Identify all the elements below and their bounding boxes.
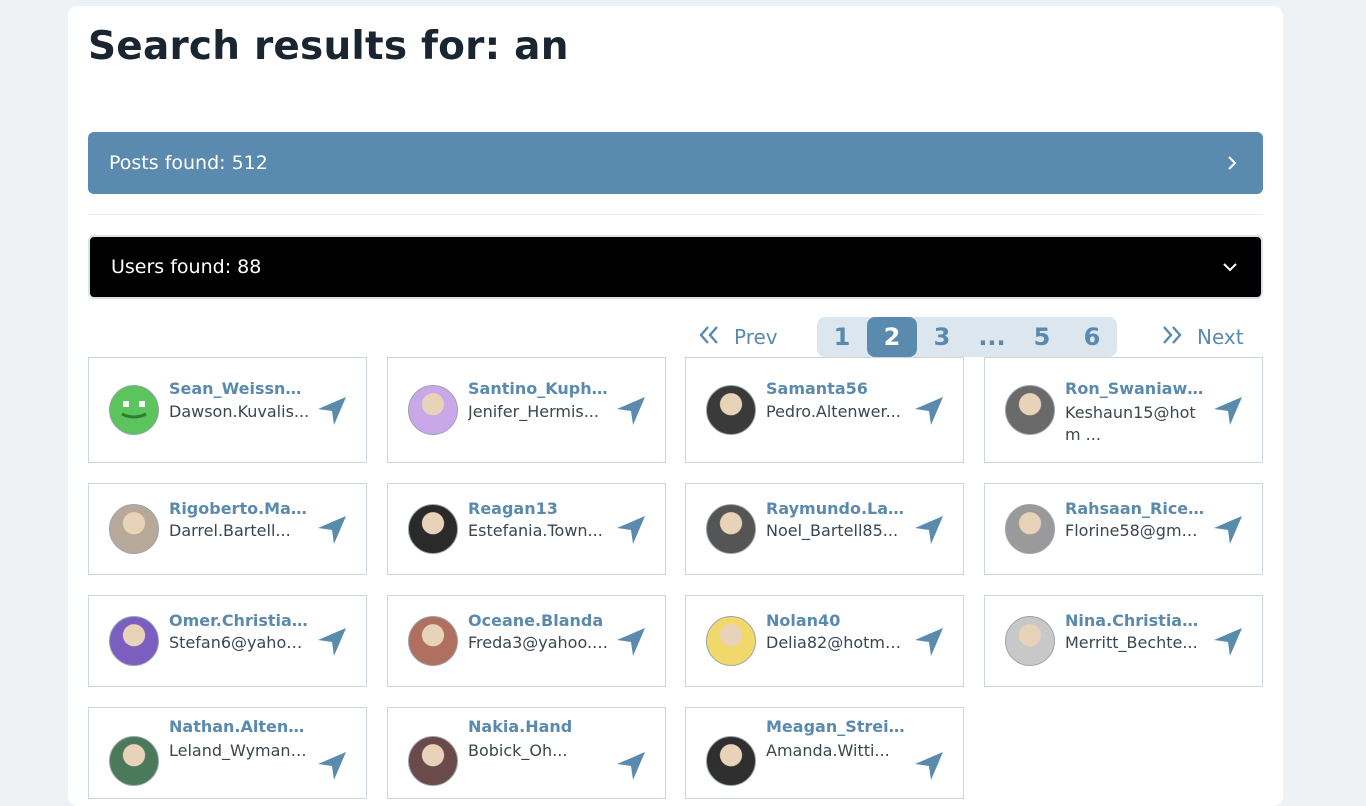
double-chevron-left-icon [698,325,720,350]
page-numbers: 1 2 3 ... 5 6 [817,317,1117,357]
page-1-button[interactable]: 1 [817,317,867,357]
user-name-link[interactable]: Meagan_Streich... [766,717,908,736]
user-email: Bobick_Oh... [468,741,568,760]
user-email: Dawson.Kuvalis... [169,402,310,421]
user-card[interactable]: Omer.Christian... Stefan6@yahoo.... [88,595,367,687]
send-message-icon[interactable] [315,394,349,428]
user-name-link[interactable]: Rahsaan_Rice24 [1065,499,1207,518]
posts-count-label: Posts found: 512 [109,152,268,174]
send-message-icon[interactable] [315,749,349,783]
user-card[interactable]: Santino_Kuphal... Jenifer_Hermis... [387,357,666,463]
user-email: Delia82@hotmai... [766,633,908,652]
page-5-button[interactable]: 5 [1017,317,1067,357]
user-card[interactable]: Nina.Christian... Merritt_Bechte... [984,595,1263,687]
avatar [109,736,159,786]
avatar [109,616,159,666]
avatar [408,504,458,554]
page-title: Search results for: an [88,24,569,69]
page-6-button[interactable]: 6 [1067,317,1117,357]
section-divider [88,214,1263,215]
avatar [706,736,756,786]
double-chevron-right-icon [1161,325,1183,350]
user-name-link[interactable]: Nolan40 [766,611,908,630]
user-email: Stefan6@yahoo.... [169,633,311,652]
next-label: Next [1197,325,1244,349]
user-name-link[interactable]: Nakia.Hand [468,717,610,736]
user-email: Freda3@yahoo.c... [468,633,610,652]
user-card[interactable]: Rigoberto.Mant... Darrel.Bartell... [88,483,367,575]
user-email: Florine58@gmai... [1065,521,1207,540]
user-name-link[interactable]: Raymundo.Lang [766,499,908,518]
user-card[interactable]: Reagan13 Estefania.Town... [387,483,666,575]
next-page-button[interactable]: Next [1161,317,1244,357]
user-name-link[interactable]: Omer.Christian... [169,611,311,630]
send-message-icon[interactable] [912,749,946,783]
user-name-link[interactable]: Reagan13 [468,499,610,518]
users-section-toggle[interactable]: Users found: 88 [88,235,1263,299]
user-name-link[interactable]: Oceane.Blanda [468,611,610,630]
send-message-icon[interactable] [614,513,648,547]
avatar [109,385,159,435]
user-card[interactable]: Nakia.Hand Bobick_Oh... [387,707,666,799]
send-message-icon[interactable] [614,394,648,428]
send-message-icon[interactable] [912,394,946,428]
user-email: Leland_Wyman@y [169,741,311,760]
send-message-icon[interactable] [315,625,349,659]
page-2-button[interactable]: 2 [867,317,917,357]
user-email: Noel_Bartell85... [766,521,899,540]
send-message-icon[interactable] [1211,394,1245,428]
page-ellipsis: ... [978,323,1006,351]
page-3-button[interactable]: 3 [917,317,967,357]
send-message-icon[interactable] [912,513,946,547]
avatar [706,385,756,435]
user-name-link[interactable]: Nina.Christian... [1065,611,1207,630]
avatar [408,385,458,435]
user-card[interactable]: Meagan_Streich... Amanda.Witti... [685,707,964,799]
pagination: Prev 1 2 3 ... 5 6 Next [68,317,1283,357]
user-email: Pedro.Altenwer... [766,402,901,421]
avatar [706,616,756,666]
user-card[interactable]: Ron_Swaniawski Keshaun15@hotm ... [984,357,1263,463]
user-name-link[interactable]: Rigoberto.Mant... [169,499,311,518]
user-card[interactable]: Sean_Weissnat8... Dawson.Kuvalis... [88,357,367,463]
avatar [1005,385,1055,435]
user-card[interactable]: Oceane.Blanda Freda3@yahoo.c... [387,595,666,687]
avatar [1005,504,1055,554]
send-message-icon[interactable] [614,625,648,659]
avatar [1005,616,1055,666]
send-message-icon[interactable] [1211,513,1245,547]
prev-label: Prev [734,325,778,349]
user-email: Darrel.Bartell... [169,521,291,540]
send-message-icon[interactable] [614,749,648,783]
send-message-icon[interactable] [1211,625,1245,659]
user-card[interactable]: Nolan40 Delia82@hotmai... [685,595,964,687]
user-name-link[interactable]: Santino_Kuphal... [468,379,610,398]
avatar [408,736,458,786]
avatar [109,504,159,554]
user-email: Merritt_Bechte... [1065,633,1198,652]
send-message-icon[interactable] [315,513,349,547]
chevron-down-icon [1220,257,1240,277]
user-email: Keshaun15@hotm ... [1065,403,1196,444]
user-name-link[interactable]: Samanta56 [766,379,908,398]
user-card[interactable]: Raymundo.Lang Noel_Bartell85... [685,483,964,575]
avatar [706,504,756,554]
prev-page-button[interactable]: Prev [698,317,778,357]
send-message-icon[interactable] [912,625,946,659]
posts-section-toggle[interactable]: Posts found: 512 [88,132,1263,194]
user-card[interactable]: Nathan.Altenwe... Leland_Wyman@y [88,707,367,799]
user-name-link[interactable]: Sean_Weissnat8... [169,379,311,398]
chevron-right-icon [1222,153,1242,173]
users-count-label: Users found: 88 [111,256,262,278]
user-email: Estefania.Town... [468,521,603,540]
avatar [408,616,458,666]
user-email: Jenifer_Hermis... [468,402,599,421]
user-card[interactable]: Samanta56 Pedro.Altenwer... [685,357,964,463]
user-name-link[interactable]: Nathan.Altenwe... [169,717,311,736]
user-card[interactable]: Rahsaan_Rice24 Florine58@gmai... [984,483,1263,575]
user-name-link[interactable]: Ron_Swaniawski [1065,379,1207,398]
user-email: Amanda.Witti... [766,741,890,760]
